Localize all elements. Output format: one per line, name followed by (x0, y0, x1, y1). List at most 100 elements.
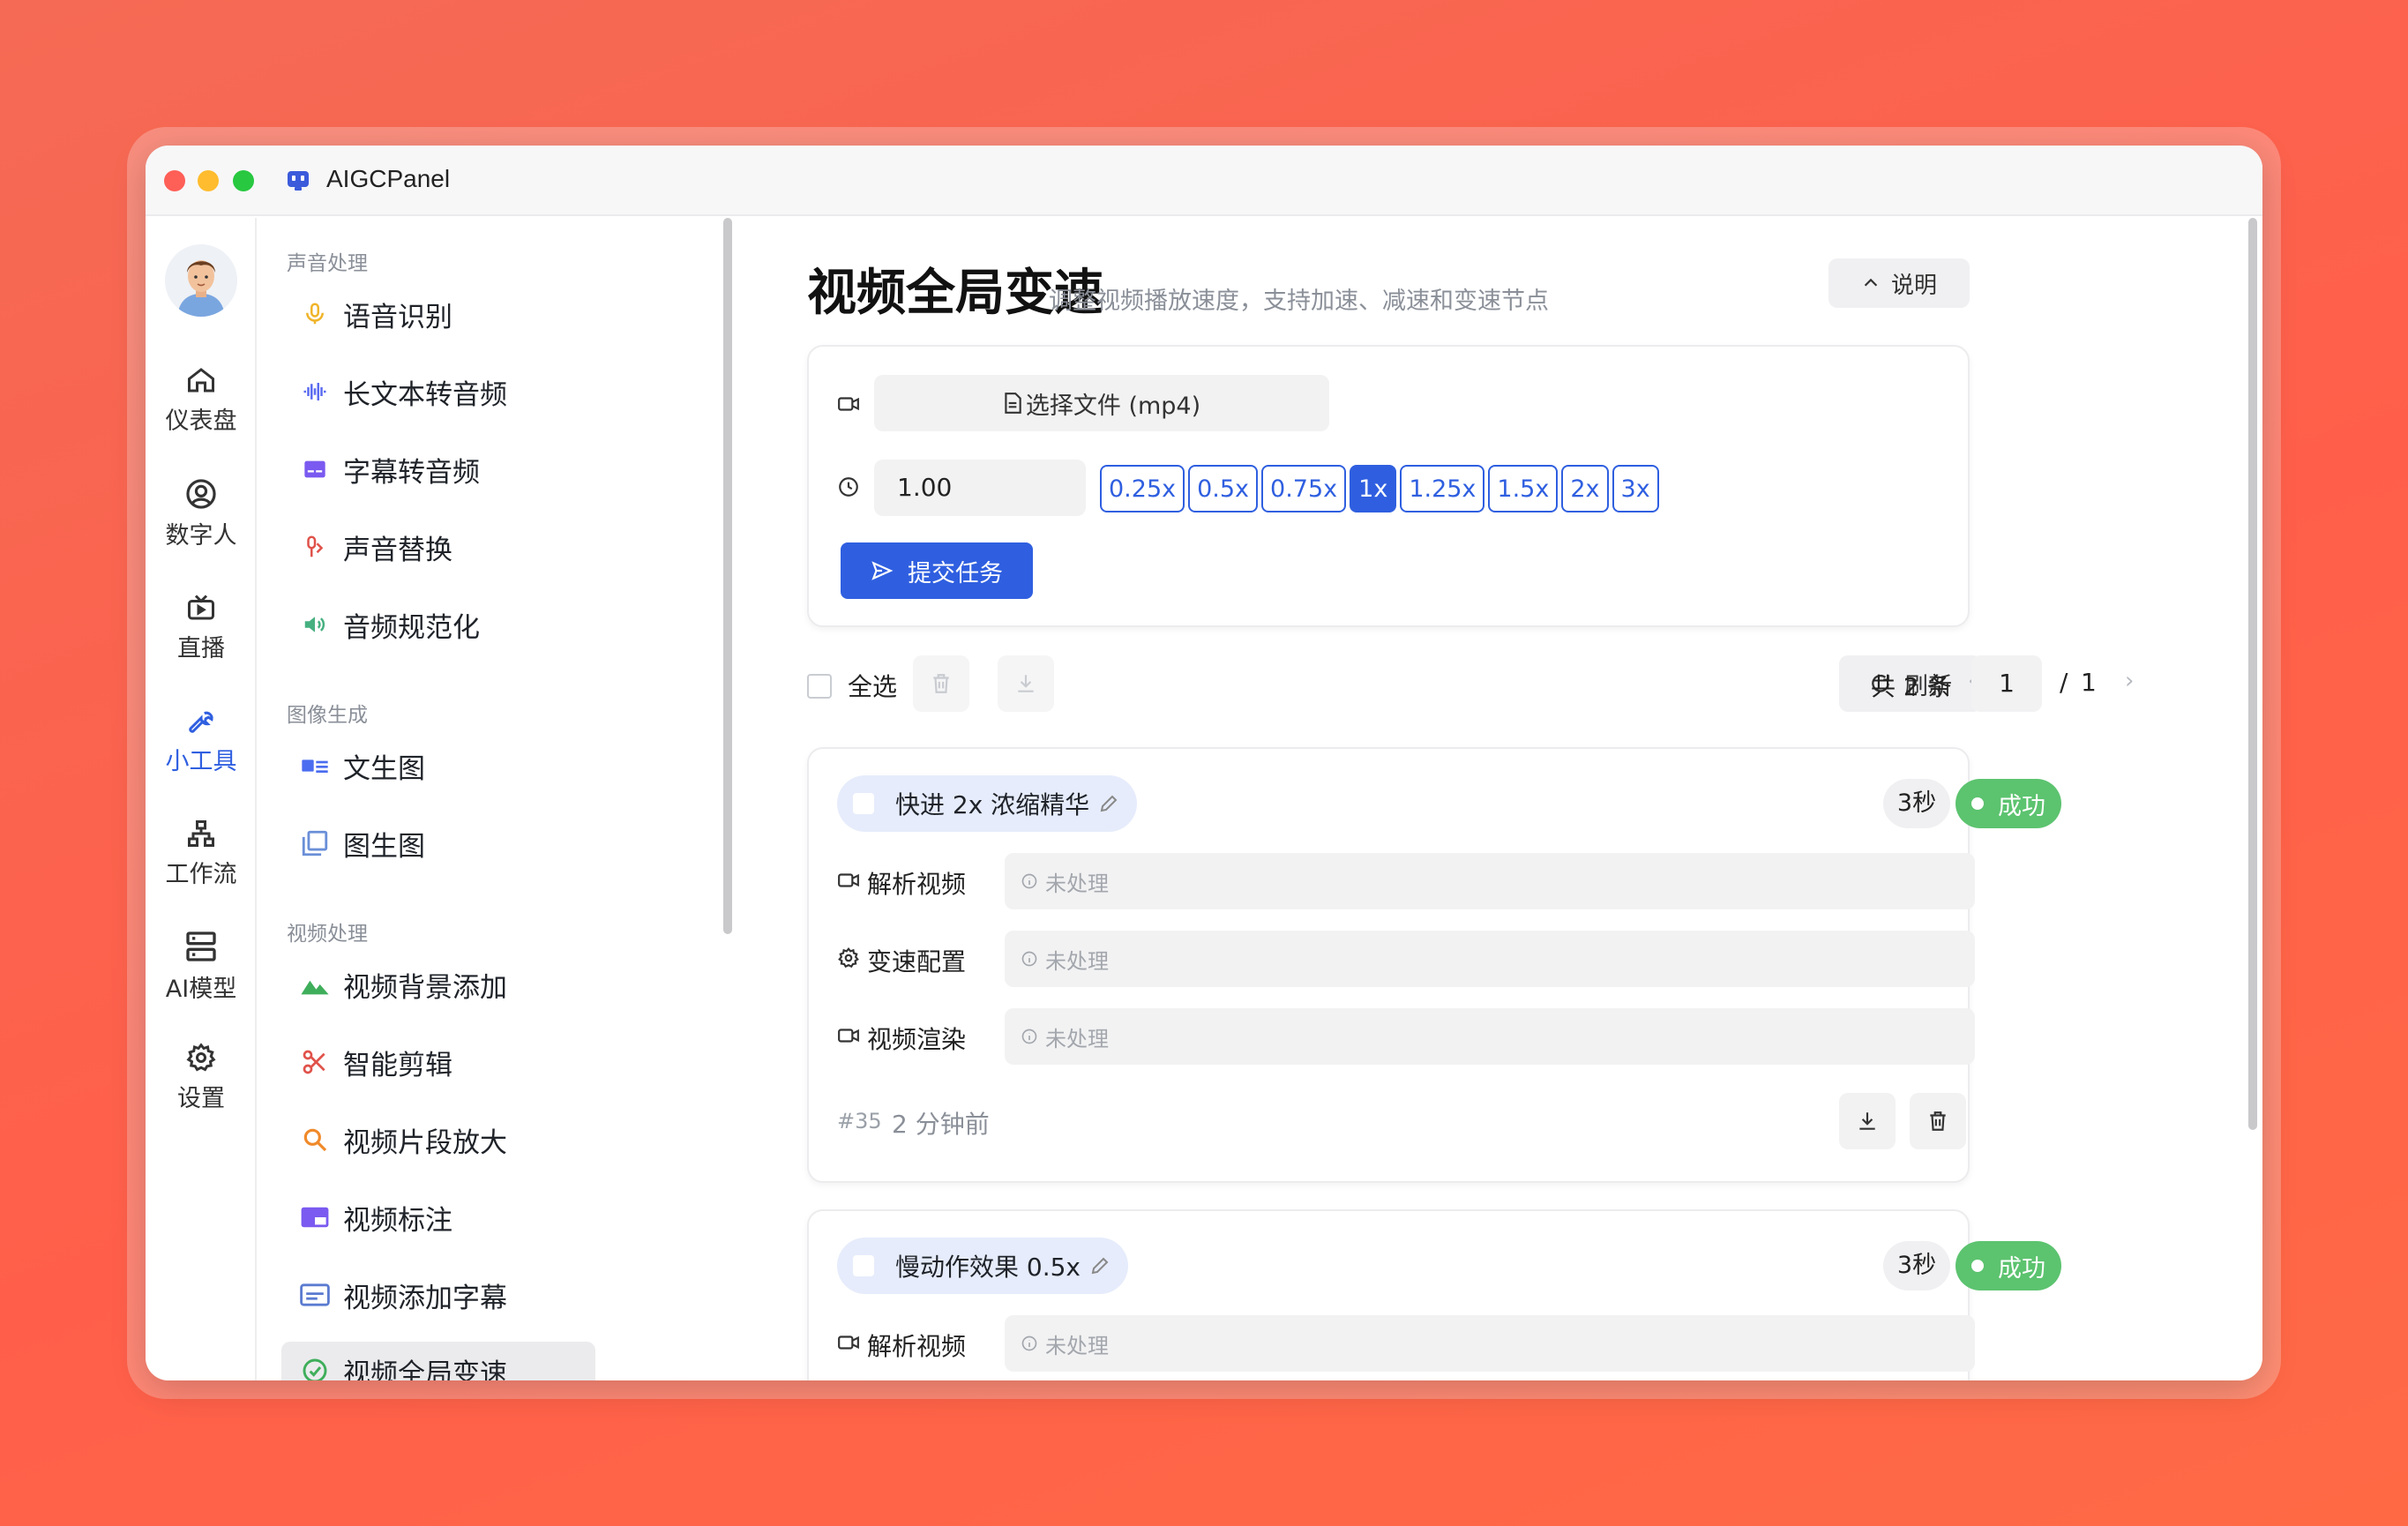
menu-item-text-to-image[interactable]: 文生图 (281, 737, 595, 795)
rail-item-ai-models[interactable]: AI模型 (146, 929, 257, 1004)
task-checkbox[interactable] (853, 793, 874, 814)
menu-item-label: 视频标注 (343, 1204, 452, 1237)
microphone-icon (299, 298, 331, 330)
close-window-button[interactable] (164, 170, 185, 191)
menu-item-video-zoom[interactable]: 视频片段放大 (281, 1111, 595, 1169)
menu-item-label: 语音识别 (343, 301, 452, 333)
menu-section-video: 视频处理 (287, 923, 368, 946)
menu-item-smart-cut[interactable]: 智能剪辑 (281, 1033, 595, 1091)
step-status-box: 未处理 (1005, 1008, 1975, 1065)
home-icon (188, 368, 214, 393)
menu-item-audio-normalize[interactable]: 音频规范化 (281, 595, 595, 654)
task-delete-button[interactable] (1910, 1093, 1966, 1149)
task-checkbox[interactable] (853, 1255, 874, 1276)
rail-item-tools[interactable]: 小工具 (146, 705, 257, 776)
minimize-window-button[interactable] (198, 170, 219, 191)
select-all-checkbox[interactable] (807, 674, 832, 699)
avatar[interactable] (165, 244, 237, 317)
page-subtitle: 调整视频播放速度，支持加速、减速和变速节点 (1049, 288, 1549, 315)
step-state: 未处理 (1045, 871, 1109, 896)
step-status-box: 未处理 (1005, 1315, 1975, 1372)
workflow-icon (188, 820, 214, 847)
speed-option-1.25x[interactable]: 1.25x (1400, 465, 1485, 512)
mic-swap-icon (299, 531, 331, 563)
help-button[interactable]: 说明 (1828, 258, 1970, 308)
speed-option-3x[interactable]: 3x (1612, 465, 1659, 512)
rail-item-settings[interactable]: 设置 (146, 1042, 257, 1113)
speed-option-0.75x[interactable]: 0.75x (1261, 465, 1347, 512)
menu-section-audio: 声音处理 (287, 252, 368, 275)
rail-item-workflow[interactable]: 工作流 (146, 818, 257, 889)
submit-task-button[interactable]: 提交任务 (841, 542, 1033, 599)
subtitle-icon (299, 453, 331, 485)
annotate-icon (299, 1201, 331, 1233)
speed-option-2x[interactable]: 2x (1561, 465, 1609, 512)
task-download-button[interactable] (1839, 1093, 1896, 1149)
main-scrollbar[interactable] (2248, 218, 2257, 1130)
total-count: 共 2 条 (1871, 672, 1952, 701)
rail-item-digital-human[interactable]: 数字人 (146, 477, 257, 550)
status-dot (1971, 797, 1984, 810)
scissors-icon (299, 1046, 331, 1078)
status-badge: 成功 (1956, 1241, 2061, 1290)
rail-item-dashboard[interactable]: 仪表盘 (146, 364, 257, 436)
menu-item-video-subtitle[interactable]: 视频添加字幕 (281, 1266, 595, 1324)
menu-item-label: 长文本转音频 (343, 378, 507, 411)
step-state: 未处理 (1045, 1333, 1109, 1358)
info-icon (1021, 1335, 1037, 1351)
task-title-chip[interactable]: 快进 2x 浓缩精华 (837, 775, 1138, 832)
avatar-image (165, 244, 237, 317)
chevron-up-icon (1864, 278, 1878, 287)
select-file-button[interactable]: 选择文件 (mp4) (874, 375, 1329, 431)
download-icon (1018, 675, 1034, 692)
waveform-icon (299, 376, 331, 408)
menu-item-image-to-image[interactable]: 图生图 (281, 814, 595, 872)
wrench-icon (189, 711, 213, 733)
batch-delete-button[interactable] (913, 655, 969, 712)
menu-item-speech-recognition[interactable]: 语音识别 (281, 285, 595, 343)
speed-input[interactable]: 1.00 (874, 460, 1086, 516)
menu-item-voice-replace[interactable]: 声音替换 (281, 518, 595, 576)
task-step: 解析视频 未处理 (837, 853, 1975, 909)
menu-item-label: 图生图 (343, 830, 425, 863)
page-number-input[interactable]: 1 (1971, 655, 2042, 712)
speed-option-0.25x[interactable]: 0.25x (1100, 465, 1185, 512)
batch-download-button[interactable] (998, 655, 1054, 712)
edit-icon[interactable] (1098, 793, 1119, 814)
task-duration: 3秒 (1883, 779, 1950, 828)
status-label: 成功 (1998, 1254, 2045, 1283)
task-card: 快进 2x 浓缩精华 3秒 成功 解析视频 未处理 变速配置 未处理 视频渲染 … (807, 747, 2061, 1183)
caption-icon (299, 1279, 331, 1311)
app-title: AIGCPanel (326, 165, 451, 192)
step-state: 未处理 (1045, 948, 1109, 974)
menu-item-long-text-to-audio[interactable]: 长文本转音频 (281, 363, 595, 421)
edit-icon[interactable] (1089, 1255, 1111, 1276)
menu-item-label: 音频规范化 (343, 611, 480, 644)
page-total: 1 (2081, 668, 2097, 697)
info-icon (1021, 1029, 1037, 1044)
speed-option-0.5x[interactable]: 0.5x (1188, 465, 1259, 512)
rail-item-live[interactable]: 直播 (146, 592, 257, 663)
task-title-chip[interactable]: 慢动作效果 0.5x (837, 1238, 1129, 1294)
maximize-window-button[interactable] (233, 170, 254, 191)
speed-option-1x[interactable]: 1x (1350, 465, 1397, 512)
menu-item-video-speed[interactable]: 视频全局变速 (281, 1342, 595, 1380)
title-bar: AIGCPanel (146, 146, 2262, 216)
menu-scrollbar[interactable] (723, 218, 732, 934)
menu-item-video-annotate[interactable]: 视频标注 (281, 1188, 595, 1246)
task-title: 快进 2x 浓缩精华 (895, 790, 1090, 819)
select-all-label: 全选 (848, 672, 898, 701)
next-page-icon[interactable]: › (2125, 668, 2134, 694)
video-icon (838, 1029, 859, 1043)
gear-icon (838, 946, 859, 969)
speaker-icon (299, 609, 331, 640)
menu-item-label: 视频全局变速 (343, 1358, 507, 1381)
speed-option-1.5x[interactable]: 1.5x (1488, 465, 1559, 512)
info-icon (1021, 951, 1037, 967)
menu-section-image: 图像生成 (287, 704, 368, 727)
menu-item-video-background[interactable]: 视频背景添加 (281, 955, 595, 1014)
menu-item-label: 文生图 (343, 752, 425, 785)
rail-item-label: 工作流 (165, 861, 237, 888)
menu-item-subtitle-to-audio[interactable]: 字幕转音频 (281, 440, 595, 498)
rail-item-label: 直播 (177, 635, 225, 662)
